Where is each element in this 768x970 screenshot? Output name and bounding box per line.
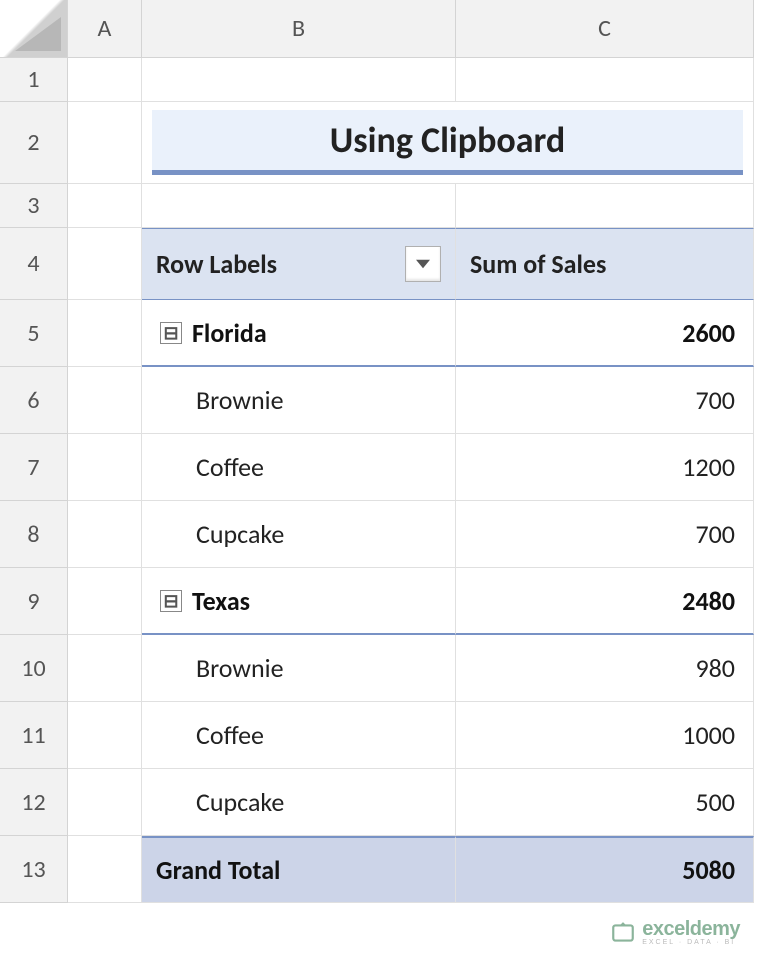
cell-A4[interactable] xyxy=(68,228,142,300)
cell-B3[interactable] xyxy=(142,184,456,228)
row-labels-filter-button[interactable] xyxy=(405,246,441,282)
row-header-13[interactable]: 13 xyxy=(0,836,68,903)
cell-A2[interactable] xyxy=(68,102,142,184)
pivot-group-texas[interactable]: ⊟ Texas xyxy=(142,568,456,635)
cell-A1[interactable] xyxy=(68,58,142,102)
row-header-1[interactable]: 1 xyxy=(0,58,68,102)
pivot-item[interactable]: Brownie xyxy=(142,635,456,702)
column-header-A[interactable]: A xyxy=(68,0,142,58)
pivot-group-florida-total[interactable]: 2600 xyxy=(456,300,754,367)
group-label: Florida xyxy=(192,317,267,349)
watermark: exceldemy EXCEL · DATA · BI xyxy=(610,919,740,946)
exceldemy-logo-icon xyxy=(610,920,636,946)
row-header-2[interactable]: 2 xyxy=(0,102,68,184)
column-header-C[interactable]: C xyxy=(456,0,754,58)
cell-A13[interactable] xyxy=(68,836,142,903)
row-header-5[interactable]: 5 xyxy=(0,300,68,367)
cell-B1[interactable] xyxy=(142,58,456,102)
pivot-group-florida[interactable]: ⊟ Florida xyxy=(142,300,456,367)
pivot-item[interactable]: Coffee xyxy=(142,434,456,501)
pivot-header-row-labels[interactable]: Row Labels xyxy=(142,228,456,300)
pivot-item-value[interactable]: 1200 xyxy=(456,434,754,501)
cell-A12[interactable] xyxy=(68,769,142,836)
collapse-icon[interactable]: ⊟ xyxy=(160,590,182,612)
pivot-grand-total-value[interactable]: 5080 xyxy=(456,836,754,903)
row-header-9[interactable]: 9 xyxy=(0,568,68,635)
cell-A7[interactable] xyxy=(68,434,142,501)
pivot-item-value[interactable]: 700 xyxy=(456,501,754,568)
pivot-header-row-labels-text: Row Labels xyxy=(156,248,277,280)
pivot-item-value[interactable]: 700 xyxy=(456,367,754,434)
row-header-11[interactable]: 11 xyxy=(0,702,68,769)
cell-C1[interactable] xyxy=(456,58,754,102)
watermark-tagline: EXCEL · DATA · BI xyxy=(642,939,740,946)
row-header-6[interactable]: 6 xyxy=(0,367,68,434)
cell-A9[interactable] xyxy=(68,568,142,635)
cell-A11[interactable] xyxy=(68,702,142,769)
row-header-3[interactable]: 3 xyxy=(0,184,68,228)
cell-A3[interactable] xyxy=(68,184,142,228)
cell-A6[interactable] xyxy=(68,367,142,434)
pivot-item[interactable]: Coffee xyxy=(142,702,456,769)
cell-A8[interactable] xyxy=(68,501,142,568)
row-header-4[interactable]: 4 xyxy=(0,228,68,300)
row-header-8[interactable]: 8 xyxy=(0,501,68,568)
chevron-down-icon xyxy=(416,257,430,271)
pivot-item[interactable]: Brownie xyxy=(142,367,456,434)
row-header-12[interactable]: 12 xyxy=(0,769,68,836)
select-all-corner[interactable] xyxy=(0,0,68,58)
pivot-item[interactable]: Cupcake xyxy=(142,769,456,836)
row-header-7[interactable]: 7 xyxy=(0,434,68,501)
column-header-B[interactable]: B xyxy=(142,0,456,58)
pivot-grand-total-label[interactable]: Grand Total xyxy=(142,836,456,903)
pivot-header-sum-text: Sum of Sales xyxy=(470,248,606,280)
pivot-header-sum-of-sales[interactable]: Sum of Sales xyxy=(456,228,754,300)
collapse-icon[interactable]: ⊟ xyxy=(160,322,182,344)
cell-C3[interactable] xyxy=(456,184,754,228)
pivot-item[interactable]: Cupcake xyxy=(142,501,456,568)
row-header-10[interactable]: 10 xyxy=(0,635,68,702)
title-cell[interactable]: Using Clipboard xyxy=(142,102,754,184)
cell-A10[interactable] xyxy=(68,635,142,702)
pivot-item-value[interactable]: 500 xyxy=(456,769,754,836)
cell-A5[interactable] xyxy=(68,300,142,367)
pivot-item-value[interactable]: 1000 xyxy=(456,702,754,769)
watermark-brand: exceldemy xyxy=(642,919,740,939)
pivot-group-texas-total[interactable]: 2480 xyxy=(456,568,754,635)
page-title: Using Clipboard xyxy=(152,110,743,175)
pivot-item-value[interactable]: 980 xyxy=(456,635,754,702)
group-label: Texas xyxy=(192,585,250,617)
